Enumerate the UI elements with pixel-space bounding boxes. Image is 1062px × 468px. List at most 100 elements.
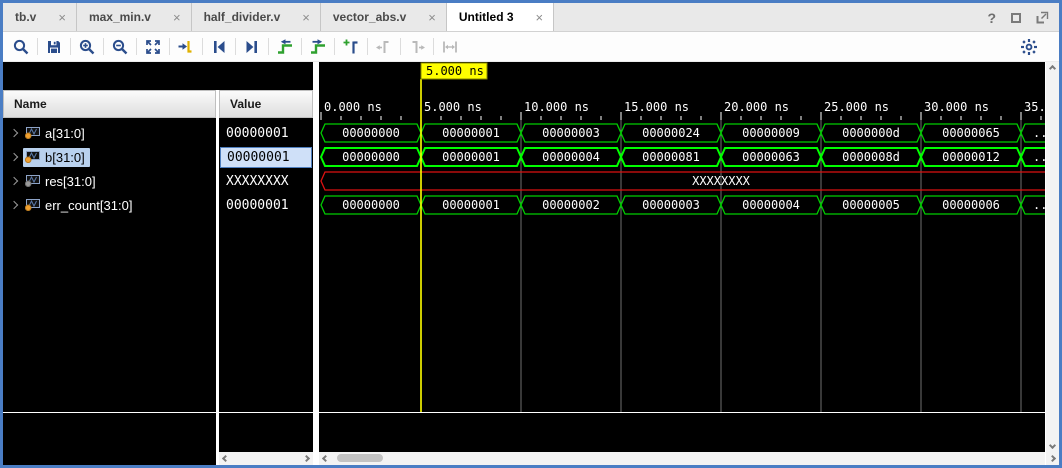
previous-transition-button[interactable] (272, 35, 298, 59)
zoom-in-icon (78, 38, 96, 56)
waveform-toolbar (3, 32, 1059, 62)
zoom-out-button[interactable] (107, 35, 133, 59)
value-cell-a[interactable]: 00000001 (219, 126, 313, 141)
scroll-right-icon[interactable] (303, 455, 310, 462)
panel-top-strip (3, 62, 313, 90)
go-to-time-0-button[interactable] (206, 35, 232, 59)
go-to-last-time-button[interactable] (239, 35, 265, 59)
toolbar-separator (334, 38, 335, 55)
svg-text:00000000: 00000000 (342, 126, 400, 140)
svg-text:..: .. (1033, 126, 1045, 140)
h-scroll-thumb[interactable] (337, 454, 383, 462)
scroll-left-icon[interactable] (222, 455, 229, 462)
cursor-label: 5.000 ns (421, 63, 487, 79)
expand-chevron-icon[interactable] (10, 177, 18, 185)
settings-icon (1020, 38, 1038, 56)
svg-text:00000065: 00000065 (942, 126, 1000, 140)
find-button[interactable] (8, 35, 34, 59)
swap-cursors-icon (441, 38, 459, 56)
signal-row-b[interactable]: b[31:0] (3, 145, 216, 169)
go-to-time-0-icon (210, 38, 228, 56)
signal-row-err-count[interactable]: err_count[31:0] (3, 193, 216, 217)
float-window-icon[interactable] (1036, 11, 1049, 24)
expand-chevron-icon[interactable] (10, 201, 18, 209)
svg-text:30.000 ns: 30.000 ns (924, 100, 989, 114)
scroll-down-icon[interactable] (1049, 442, 1056, 449)
name-header-label: Name (14, 97, 47, 111)
tab-untitled-3[interactable]: Untitled 3 × (447, 3, 554, 31)
add-marker-button[interactable] (338, 35, 364, 59)
scroll-left-icon[interactable] (322, 455, 329, 462)
tab-label: Untitled 3 (459, 10, 514, 24)
tab-label: vector_abs.v (333, 10, 406, 24)
settings-button[interactable] (1016, 35, 1042, 59)
maximize-icon[interactable] (1011, 13, 1021, 23)
svg-text:00000003: 00000003 (642, 198, 700, 212)
expand-chevron-icon[interactable] (10, 129, 18, 137)
scroll-corner[interactable] (1046, 452, 1059, 465)
svg-text:00000001: 00000001 (442, 198, 500, 212)
svg-text:00000004: 00000004 (542, 150, 600, 164)
tab-bar: tb.v × max_min.v × half_divider.v × vect… (3, 3, 1059, 32)
save-wave-config-button[interactable] (41, 35, 67, 59)
name-column-header: Name (3, 90, 216, 118)
tab-close-icon[interactable]: × (428, 11, 436, 24)
svg-text:00000081: 00000081 (642, 150, 700, 164)
value-horizontal-scrollbar[interactable] (219, 452, 313, 465)
signal-name-label: a[31:0] (45, 126, 85, 141)
value-cell-err-count[interactable]: 00000001 (219, 198, 313, 213)
value-cell-b[interactable]: 00000001 (220, 147, 312, 168)
tab-label: max_min.v (89, 10, 151, 24)
value-header-label: Value (230, 97, 261, 111)
vertical-scrollbar[interactable] (1046, 62, 1059, 452)
tab-label: half_divider.v (204, 10, 281, 24)
next-marker-icon (408, 38, 426, 56)
panel-bottom-separator (3, 412, 1045, 413)
svg-text:25.000 ns: 25.000 ns (824, 100, 889, 114)
tab-close-icon[interactable]: × (58, 11, 66, 24)
previous-transition-icon (276, 38, 294, 56)
zoom-fit-button[interactable] (140, 35, 166, 59)
tab-tb-v[interactable]: tb.v × (3, 3, 77, 31)
svg-text:0000008d: 0000008d (842, 150, 900, 164)
previous-marker-icon (375, 38, 393, 56)
toolbar-separator (433, 38, 434, 55)
svg-text:00000003: 00000003 (542, 126, 600, 140)
swap-cursors-button (437, 35, 463, 59)
scroll-up-icon[interactable] (1049, 65, 1056, 72)
zoom-in-button[interactable] (74, 35, 100, 59)
next-transition-button[interactable] (305, 35, 331, 59)
svg-text:00000002: 00000002 (542, 198, 600, 212)
svg-text:00000063: 00000063 (742, 150, 800, 164)
signal-name-label: res[31:0] (45, 174, 96, 189)
window-controls: ? (987, 3, 1049, 32)
waveform-canvas[interactable]: 0.000 ns5.000 ns10.000 ns15.000 ns20.000… (319, 62, 1045, 412)
waveform-panel: 0.000 ns5.000 ns10.000 ns15.000 ns20.000… (319, 62, 1045, 452)
tab-close-icon[interactable]: × (302, 11, 310, 24)
help-icon[interactable]: ? (987, 10, 996, 26)
svg-text:00000001: 00000001 (442, 150, 500, 164)
svg-text:00000024: 00000024 (642, 126, 700, 140)
tab-max-min-v[interactable]: max_min.v × (77, 3, 192, 31)
svg-text:..: .. (1033, 198, 1045, 212)
svg-text:00000000: 00000000 (342, 150, 400, 164)
signal-row-res[interactable]: res[31:0] (3, 169, 216, 193)
zoom-to-cursor-button[interactable] (173, 35, 199, 59)
tab-half-divider-v[interactable]: half_divider.v × (192, 3, 321, 31)
waveform-window: tb.v × max_min.v × half_divider.v × vect… (0, 0, 1062, 468)
go-to-last-time-icon (243, 38, 261, 56)
expand-chevron-icon[interactable] (10, 153, 18, 161)
zoom-out-icon (111, 38, 129, 56)
tab-vector-abs-v[interactable]: vector_abs.v × (321, 3, 447, 31)
scroll-right-icon[interactable] (1049, 455, 1056, 462)
tab-close-icon[interactable]: × (173, 11, 181, 24)
tab-close-icon[interactable]: × (536, 11, 544, 24)
next-marker-button (404, 35, 430, 59)
svg-text:10.000 ns: 10.000 ns (524, 100, 589, 114)
toolbar-separator (301, 38, 302, 55)
signal-row-a[interactable]: a[31:0] (3, 121, 216, 145)
toolbar-separator (400, 38, 401, 55)
svg-text:00000004: 00000004 (742, 198, 800, 212)
wave-horizontal-scrollbar[interactable] (319, 452, 1045, 465)
value-cell-res[interactable]: XXXXXXXX (219, 174, 313, 189)
